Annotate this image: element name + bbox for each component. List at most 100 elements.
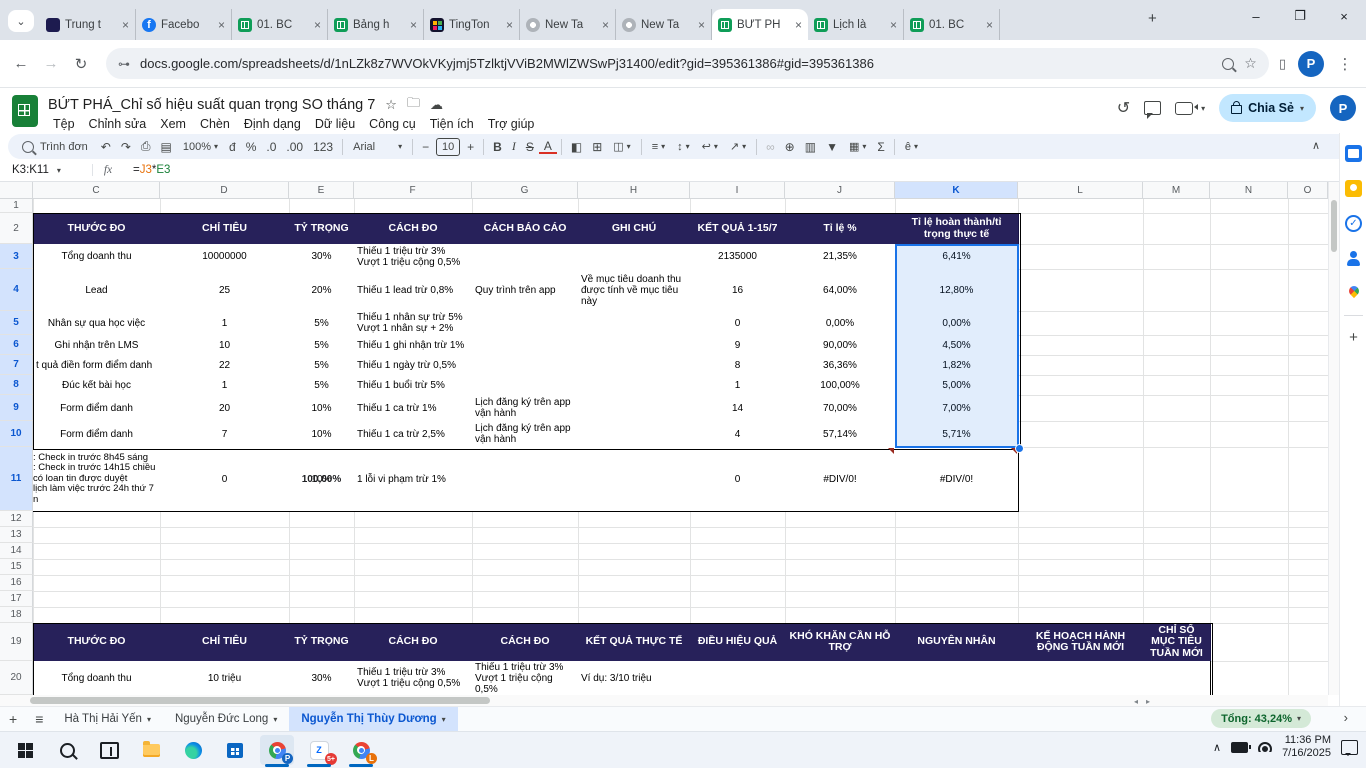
reload-icon[interactable]: ↻ <box>66 55 96 73</box>
horizontal-scrollbar-thumb[interactable] <box>30 697 490 704</box>
table1-cell-r7[interactable]: t quả điền form điểm danh <box>33 355 161 376</box>
table1-cell-r5[interactable] <box>578 311 691 336</box>
table1-cell-r7[interactable] <box>472 355 579 376</box>
table1-cell-r10[interactable]: 10% <box>289 421 355 448</box>
table1-cell-r9[interactable]: Thiếu 1 ca trừ 1% <box>354 395 473 422</box>
zalo-button[interactable]: Z5+ <box>302 735 336 765</box>
taskbar-clock[interactable]: 11:36 PM 7/16/2025 <box>1282 734 1331 760</box>
browser-tab[interactable]: Lịch là× <box>808 9 904 40</box>
row-header-6[interactable]: 6 <box>0 335 33 355</box>
table1-cell-r7[interactable]: 36,36% <box>785 355 896 376</box>
column-header-J[interactable]: J <box>785 182 895 199</box>
table2-cell-r20[interactable] <box>785 661 896 695</box>
table1-cell-r9[interactable]: Form điểm danh <box>33 395 161 422</box>
font-size-increase-icon[interactable]: + <box>462 140 479 154</box>
font-size-box[interactable]: 10 <box>436 138 460 156</box>
table1-cell-r4[interactable]: Thiếu 1 lead trừ 0,8% <box>354 269 473 312</box>
chrome-p-button[interactable]: P <box>260 735 294 765</box>
version-history-icon[interactable]: ↺ <box>1117 98 1130 118</box>
browser-menu-icon[interactable]: ⋮ <box>1330 55 1360 73</box>
hscroll-left-arrow-icon[interactable]: ◂ <box>1134 697 1138 706</box>
edge-button[interactable] <box>176 735 210 765</box>
table1-cell-r3[interactable]: Thiếu 1 triệu trừ 3% Vượt 1 triệu cộng 0… <box>354 244 473 270</box>
table1-cell-r5[interactable]: 0,00% <box>895 311 1019 336</box>
table2-header-cell[interactable]: KẾT QUẢ THỰC TẾ <box>578 623 691 662</box>
table1-cell-r3[interactable] <box>472 244 579 270</box>
new-tab-button[interactable]: + <box>1148 10 1157 27</box>
column-header-D[interactable]: D <box>160 182 289 199</box>
table1-cell-r4[interactable]: 16 <box>690 269 786 312</box>
menu-chỉnh-sửa[interactable]: Chỉnh sửa <box>82 115 154 133</box>
menu-chèn[interactable]: Chèn <box>193 115 237 133</box>
font-size-decrease-icon[interactable]: − <box>417 140 434 154</box>
row-header-15[interactable]: 15 <box>0 559 33 575</box>
store-button[interactable] <box>218 735 252 765</box>
table1-header-cell[interactable]: CÁCH BÁO CÁO <box>472 213 579 245</box>
sheets-logo-icon[interactable] <box>12 95 38 127</box>
search-button[interactable] <box>50 735 84 765</box>
table1-cell-r11[interactable]: 0 <box>690 447 786 512</box>
font-select[interactable]: Arial▾ <box>347 141 408 153</box>
table1-cell-r9[interactable]: 70,00% <box>785 395 896 422</box>
column-header-C[interactable]: C <box>33 182 160 199</box>
table2-header-cell[interactable]: NGUYÊN NHÂN <box>895 623 1019 662</box>
increase-decimal-icon[interactable]: .00 <box>281 140 308 154</box>
format-percent-icon[interactable]: % <box>241 140 262 154</box>
name-box-caret-icon[interactable]: ▾ <box>57 166 61 175</box>
undo-icon[interactable]: ↶ <box>96 140 116 154</box>
table1-cell-r11[interactable]: #DIV/0! <box>895 447 1019 512</box>
table1-cell-r3[interactable]: 30% <box>289 244 355 270</box>
table1-cell-r7[interactable]: 8 <box>690 355 786 376</box>
summary-caret-icon[interactable]: ▾ <box>1297 714 1301 723</box>
table1-cell-r10[interactable]: Lịch đăng ký trên app vận hành <box>472 421 579 448</box>
row-header-13[interactable]: 13 <box>0 527 33 543</box>
share-caret-icon[interactable]: ▾ <box>1300 104 1304 113</box>
row-header-2[interactable]: 2 <box>0 213 33 244</box>
fill-color-icon[interactable]: ◧ <box>566 140 587 154</box>
table2-header-cell[interactable]: CHỈ TIÊU <box>160 623 290 662</box>
table1-cell-r6[interactable] <box>472 335 579 356</box>
table1-cell-r7[interactable]: 5% <box>289 355 355 376</box>
table1-header-cell[interactable]: THƯỚC ĐO <box>33 213 161 245</box>
sheet-tab-caret-icon[interactable]: ▾ <box>147 715 151 724</box>
wifi-icon[interactable] <box>1258 742 1272 752</box>
paint-format-icon[interactable]: ▤ <box>156 140 177 154</box>
table1-cell-r6[interactable]: 10 <box>160 335 290 356</box>
sheet-tabs-scroll-icon[interactable]: › <box>1344 710 1348 725</box>
tray-expand-icon[interactable]: ∧ <box>1213 741 1221 754</box>
toolbar-search[interactable]: Trình đơn <box>14 141 96 153</box>
table1-cell-r11[interactable]: 1 lỗi vi phạm trừ 1% <box>354 447 473 512</box>
tab-close-icon[interactable]: × <box>506 18 513 32</box>
table1-cell-r4[interactable]: Về mục tiêu doanh thu được tính về mục t… <box>578 269 691 312</box>
bookmark-star-icon[interactable]: ☆ <box>1244 55 1257 72</box>
start-button[interactable] <box>8 735 42 765</box>
column-header-L[interactable]: L <box>1018 182 1143 199</box>
horizontal-align-icon[interactable]: ≡▾ <box>646 141 671 153</box>
row-header-18[interactable]: 18 <box>0 607 33 623</box>
column-header-O[interactable]: O <box>1288 182 1328 199</box>
table1-cell-r7[interactable]: Thiếu 1 ngày trừ 0,5% <box>354 355 473 376</box>
selection-summary-badge[interactable]: Tổng: 43,24% ▾ <box>1211 709 1311 728</box>
row-header-7[interactable]: 7 <box>0 355 33 375</box>
bold-icon[interactable]: B <box>488 140 507 154</box>
column-header-G[interactable]: G <box>472 182 578 199</box>
table2-cell-r20[interactable] <box>690 661 786 695</box>
tab-close-icon[interactable]: × <box>410 18 417 32</box>
table1-cell-r3[interactable] <box>578 244 691 270</box>
browser-tab[interactable]: 01. BC× <box>232 9 328 40</box>
table1-cell-r3[interactable]: 6,41% <box>895 244 1019 270</box>
table1-cell-r10[interactable]: 57,14% <box>785 421 896 448</box>
row-header-5[interactable]: 5 <box>0 311 33 335</box>
lens-search-icon[interactable] <box>1222 58 1234 70</box>
forward-icon[interactable]: → <box>36 55 66 72</box>
table1-cell-r10[interactable]: 4 <box>690 421 786 448</box>
table1-cell-r11[interactable]: : Check in trước 8h45 sáng : Check in tr… <box>33 447 161 512</box>
text-rotation-icon[interactable]: ↗▾ <box>724 140 752 153</box>
table1-cell-r5[interactable]: 0,00% <box>785 311 896 336</box>
table2-cell-r20[interactable] <box>895 661 1019 695</box>
table1-cell-r6[interactable]: 90,00% <box>785 335 896 356</box>
hscroll-right-arrow-icon[interactable]: ▸ <box>1146 697 1150 706</box>
notification-center-icon[interactable] <box>1341 740 1358 755</box>
browser-tab[interactable]: fFacebo× <box>136 9 232 40</box>
table1-cell-r4[interactable]: 20% <box>289 269 355 312</box>
